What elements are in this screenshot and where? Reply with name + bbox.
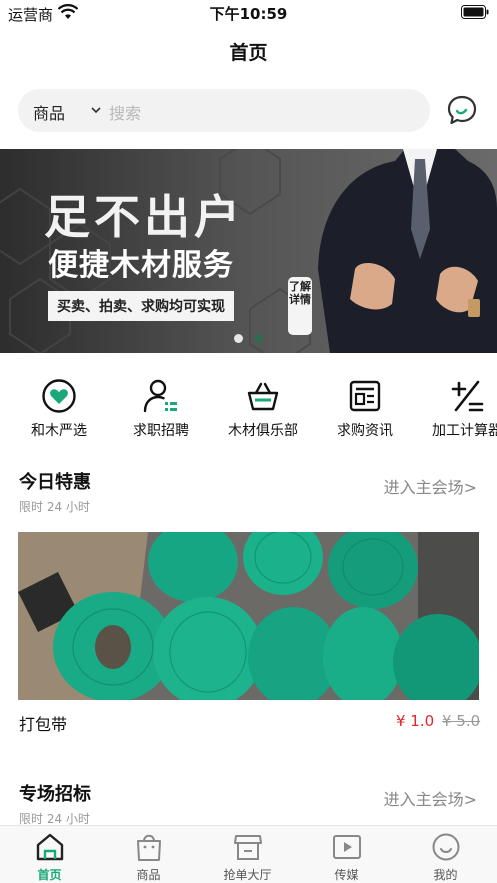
- carousel-indicator: [0, 334, 497, 344]
- today-deals-more-link[interactable]: 进入主会场>: [384, 474, 477, 498]
- page-title: 首页: [229, 42, 268, 64]
- store-icon: [233, 835, 262, 860]
- quick-menu-label: 木材俱乐部: [228, 423, 298, 439]
- tab-label: 传媒: [334, 868, 359, 882]
- quick-menu-club[interactable]: 木材俱乐部: [218, 378, 308, 442]
- product-name: 打包带: [19, 715, 68, 734]
- calculator-icon: [451, 380, 484, 412]
- search-category-select[interactable]: 商品: [33, 100, 65, 124]
- status-time: 下午10:59: [209, 5, 288, 23]
- tab-label: 我的: [433, 868, 458, 882]
- search-bar[interactable]: 商品 搜索: [18, 89, 430, 132]
- quick-menu-label: 和木严选: [31, 423, 87, 439]
- play-icon: [332, 835, 361, 859]
- shopping-bag-icon: [136, 834, 161, 861]
- quick-menu-label: 加工计算器: [432, 423, 497, 439]
- product-price: ¥ 1.0: [396, 712, 435, 730]
- quick-menu-label: 求职招聘: [133, 423, 189, 439]
- basket-icon: [247, 382, 279, 411]
- banner-subtitle: 便捷木材服务: [48, 248, 234, 283]
- banner-carousel[interactable]: 足不出户 便捷木材服务 买卖、拍卖、求购均可实现 了解详情: [0, 149, 497, 353]
- quick-menu-heyan[interactable]: 和木严选: [14, 378, 104, 442]
- tab-home[interactable]: 首页: [0, 826, 99, 883]
- quick-menu-purchase[interactable]: 求购资讯: [320, 378, 410, 442]
- banner-title: 足不出户: [44, 190, 244, 244]
- user-list-icon: [143, 379, 177, 413]
- battery-icon: [461, 5, 489, 19]
- tab-mine[interactable]: 我的: [396, 826, 495, 883]
- carousel-dot-1[interactable]: [234, 334, 243, 343]
- special-bids-more-link[interactable]: 进入主会场>: [384, 786, 477, 810]
- banner-detail-button[interactable]: 了解详情: [288, 277, 312, 335]
- quick-menu-calculator[interactable]: 加工计算器: [422, 378, 497, 442]
- tab-bar: 首页 商品 抢单大厅 传媒 我的: [0, 825, 497, 883]
- tab-label: 首页: [37, 868, 62, 882]
- quick-menu-jobs[interactable]: 求职招聘: [116, 378, 206, 442]
- carousel-dot-2[interactable]: [254, 334, 263, 343]
- status-bar: 运营商 下午10:59: [0, 0, 497, 26]
- tab-media[interactable]: 传媒: [297, 826, 396, 883]
- news-icon: [349, 380, 381, 412]
- home-icon: [36, 833, 63, 861]
- product-image[interactable]: [18, 532, 479, 700]
- tab-label: 抢单大厅: [223, 868, 272, 882]
- product-photo: [18, 532, 479, 700]
- tab-products[interactable]: 商品: [99, 826, 198, 883]
- quick-menu-label: 求购资讯: [337, 423, 393, 439]
- today-deals-subtitle: 限时 24 小时: [19, 500, 90, 514]
- special-bids-title: 专场招标: [19, 784, 91, 805]
- tab-order-hall[interactable]: 抢单大厅: [198, 826, 297, 883]
- search-input[interactable]: 搜索: [109, 100, 141, 124]
- product-original-price: ¥ 5.0: [442, 712, 481, 730]
- heart-icon: [42, 379, 76, 413]
- smile-icon: [432, 833, 459, 861]
- tab-label: 商品: [136, 868, 161, 882]
- banner-tagline: 买卖、拍卖、求购均可实现: [48, 291, 234, 321]
- today-deals-title: 今日特惠: [19, 472, 91, 493]
- chevron-down-icon[interactable]: [91, 106, 101, 114]
- message-icon[interactable]: [446, 94, 478, 126]
